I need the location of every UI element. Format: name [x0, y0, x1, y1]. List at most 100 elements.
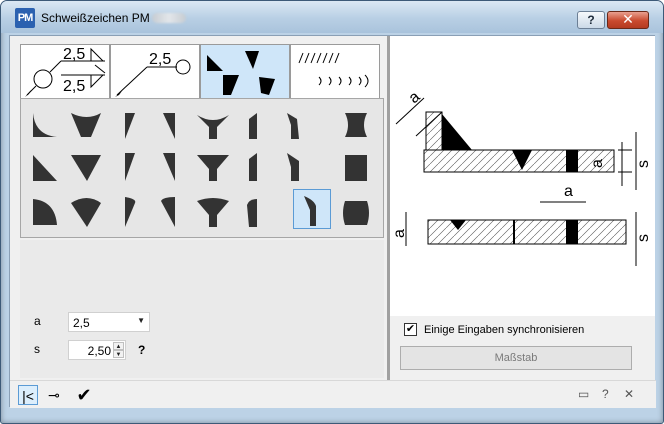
- tab-weld-symbol-arrow[interactable]: 2,5 2,5: [20, 44, 110, 100]
- param-s-help[interactable]: ?: [138, 343, 145, 357]
- window-title: Schweißzeichen PM: [41, 11, 186, 25]
- weld-shape-icon: [197, 155, 229, 181]
- pin-icon[interactable]: ⊸: [44, 385, 64, 405]
- shape-cell[interactable]: [235, 149, 273, 189]
- bottom-toolbar: |< ⊸ ✔ ▭ ? ✕: [10, 380, 656, 408]
- param-s-value: 2,50: [87, 344, 111, 358]
- shape-cell[interactable]: [337, 105, 375, 145]
- svg-text:a: a: [391, 229, 408, 238]
- shape-cell[interactable]: [193, 193, 231, 233]
- svg-text:a: a: [564, 183, 573, 200]
- weld-shape-icon: [71, 198, 101, 227]
- shape-cell[interactable]: [277, 149, 315, 189]
- help-button[interactable]: ?: [577, 11, 605, 29]
- weld-shape-icon: [163, 153, 175, 181]
- shape-cell[interactable]: [67, 105, 105, 145]
- weld-shape-icon: [71, 155, 101, 181]
- weld-shape-icon: [345, 155, 367, 181]
- shape-cell[interactable]: [25, 193, 63, 233]
- title-bar[interactable]: PM Schweißzeichen PM ? ✕: [1, 1, 663, 33]
- shape-cell[interactable]: [193, 149, 231, 189]
- weld-shape-icon: [71, 113, 101, 137]
- param-s-spinner[interactable]: 2,50 ▲ ▼: [68, 340, 126, 360]
- dialog-window: PM Schweißzeichen PM ? ✕ 2,5 2,5 2,5 a 2…: [0, 0, 664, 424]
- shape-cell[interactable]: [193, 105, 231, 145]
- tab-weld-symbol-circle[interactable]: 2,5: [110, 44, 200, 100]
- collapse-panel-icon[interactable]: |<: [18, 385, 38, 405]
- weld-shape-icon: [345, 113, 367, 137]
- shape-cell[interactable]: [151, 193, 189, 233]
- weld-shape-icon: [247, 199, 257, 227]
- sync-label[interactable]: Einige Eingaben synchronisieren: [424, 324, 584, 336]
- weld-shape-icon: [125, 153, 135, 181]
- svg-text:a: a: [406, 88, 424, 107]
- weld-seam-icon: [298, 52, 369, 88]
- spinner-buttons: ▲ ▼: [113, 342, 124, 358]
- svg-text:s: s: [635, 234, 652, 242]
- weld-shape-icon: [304, 196, 316, 226]
- sync-option[interactable]: ✔ Einige Eingaben synchronisieren: [400, 320, 636, 340]
- shape-cell[interactable]: [235, 193, 273, 233]
- weld-shape-icon: [343, 201, 369, 225]
- minimize-icon[interactable]: ▭: [578, 387, 589, 401]
- close-button[interactable]: ✕: [607, 11, 649, 29]
- weld-preview-drawing: a a s a a s: [390, 36, 655, 316]
- shape-cell[interactable]: [67, 193, 105, 233]
- scale-button[interactable]: Maßstab: [400, 346, 632, 370]
- shape-cell[interactable]: [109, 149, 147, 189]
- shape-cell[interactable]: [151, 105, 189, 145]
- client-area: 2,5 2,5 2,5 a 2,5 ▼ s 2,50 ▲ ▼ ? a a s a…: [9, 35, 656, 408]
- svg-text:2,5: 2,5: [63, 46, 85, 63]
- svg-text:2,5: 2,5: [63, 78, 85, 95]
- param-a-value: 2,5: [73, 316, 90, 330]
- weld-shape-icon: [33, 113, 57, 137]
- svg-text:2,5: 2,5: [149, 51, 171, 68]
- ok-button[interactable]: ✔: [74, 385, 94, 405]
- shape-cell[interactable]: [109, 193, 147, 233]
- weld-symbol-arrow-icon: 2,5 2,5: [25, 46, 106, 97]
- weld-shape-icon: [249, 153, 257, 181]
- close-icon[interactable]: ✕: [624, 387, 634, 401]
- weld-shape-icon: [125, 197, 136, 227]
- weld-shape-icon: [33, 155, 57, 181]
- param-a-combo[interactable]: 2,5 ▼: [68, 312, 150, 332]
- shape-cell[interactable]: [151, 149, 189, 189]
- weld-symbol-circle-icon: 2,5: [115, 51, 191, 97]
- right-pane: a a s a a s ✔ Einige Eingaben synchronis…: [390, 36, 655, 380]
- app-icon: PM: [15, 8, 35, 28]
- shape-cell-selected[interactable]: [293, 189, 331, 229]
- shape-cell[interactable]: [277, 105, 315, 145]
- param-a-label: a: [34, 314, 41, 328]
- shape-cell[interactable]: [25, 149, 63, 189]
- weld-shape-icon: [125, 113, 135, 139]
- weld-shape-icon: [287, 153, 299, 181]
- weld-shapes-icon: [207, 51, 275, 95]
- left-pane: 2,5 2,5 2,5 a 2,5 ▼ s 2,50 ▲ ▼ ?: [10, 36, 387, 380]
- spin-up-icon[interactable]: ▲: [113, 342, 124, 350]
- weld-shape-icon: [197, 198, 229, 227]
- shape-cell[interactable]: [25, 105, 63, 145]
- tab-weld-seam[interactable]: [290, 44, 380, 100]
- shape-cell[interactable]: [109, 105, 147, 145]
- sync-checkbox[interactable]: ✔: [404, 323, 417, 336]
- weld-shape-icon: [249, 113, 257, 139]
- title-redacted: [151, 13, 186, 23]
- weld-shape-icon: [33, 199, 57, 225]
- chevron-down-icon[interactable]: ▼: [137, 316, 145, 325]
- svg-text:s: s: [635, 160, 652, 168]
- shape-cell[interactable]: [337, 193, 375, 233]
- weld-shape-icon: [161, 197, 175, 227]
- shape-cell[interactable]: [235, 105, 273, 145]
- spin-down-icon[interactable]: ▼: [113, 350, 124, 358]
- technical-drawing: a a s a a s: [391, 88, 652, 266]
- param-s-label: s: [34, 342, 40, 356]
- shape-cell[interactable]: [337, 149, 375, 189]
- help-icon[interactable]: ?: [602, 387, 609, 401]
- tab-weld-shapes[interactable]: [200, 44, 290, 100]
- weld-shape-icon: [287, 113, 299, 139]
- weld-shape-grid: [20, 98, 384, 238]
- weld-shape-icon: [163, 113, 175, 139]
- weld-shape-icon: [197, 115, 229, 139]
- shape-cell[interactable]: [67, 149, 105, 189]
- svg-text:a: a: [589, 159, 606, 168]
